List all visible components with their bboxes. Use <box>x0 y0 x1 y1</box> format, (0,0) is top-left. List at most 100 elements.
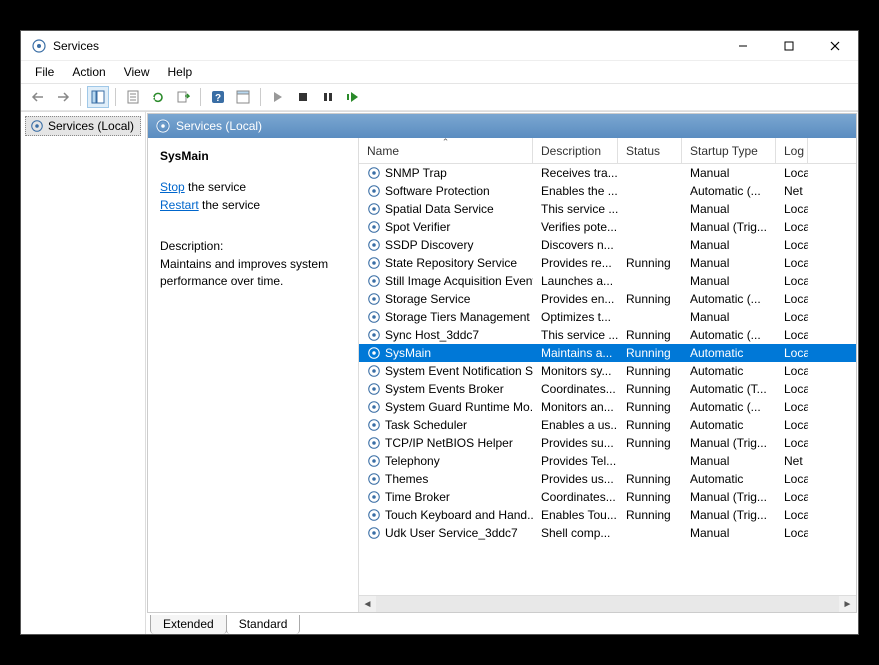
service-row[interactable]: State Repository ServiceProvides re...Ru… <box>359 254 856 272</box>
gear-icon <box>367 472 381 486</box>
toolbar-separator <box>80 88 81 106</box>
service-row[interactable]: Task SchedulerEnables a us...RunningAuto… <box>359 416 856 434</box>
cell-logon: Loca <box>776 310 808 324</box>
cell-name: Spot Verifier <box>359 220 533 234</box>
scroll-right-icon[interactable]: ► <box>839 596 856 613</box>
gear-icon <box>367 166 381 180</box>
cell-startup: Automatic <box>682 346 776 360</box>
column-header-name[interactable]: Name⌃ <box>359 138 533 163</box>
menu-help[interactable]: Help <box>160 63 201 81</box>
gear-icon <box>367 310 381 324</box>
cell-startup: Manual <box>682 256 776 270</box>
column-header-description[interactable]: Description <box>533 138 618 163</box>
cell-status: Running <box>618 346 682 360</box>
horizontal-scrollbar[interactable]: ◄ ► <box>359 595 856 612</box>
minimize-button[interactable] <box>720 31 766 61</box>
cell-description: This service ... <box>533 202 618 216</box>
show-hide-tree-button[interactable] <box>87 86 109 108</box>
cell-description: Enables the ... <box>533 184 618 198</box>
nav-back-button[interactable] <box>27 86 49 108</box>
service-row[interactable]: Spot VerifierVerifies pote...Manual (Tri… <box>359 218 856 236</box>
service-row[interactable]: Touch Keyboard and Hand...Enables Tou...… <box>359 506 856 524</box>
gear-icon <box>367 526 381 540</box>
gear-icon <box>367 220 381 234</box>
gear-icon <box>367 184 381 198</box>
toolbar-separator <box>200 88 201 106</box>
scroll-left-icon[interactable]: ◄ <box>359 596 376 613</box>
properties-button[interactable] <box>122 86 144 108</box>
menubar: File Action View Help <box>21 61 858 83</box>
service-row[interactable]: Still Image Acquisition EventsLaunches a… <box>359 272 856 290</box>
start-service-button[interactable] <box>267 86 289 108</box>
cell-name: SSDP Discovery <box>359 238 533 252</box>
column-header-status[interactable]: Status <box>618 138 682 163</box>
service-row[interactable]: Time BrokerCoordinates...RunningManual (… <box>359 488 856 506</box>
service-row[interactable]: Sync Host_3ddc7This service ...RunningAu… <box>359 326 856 344</box>
stop-service-link[interactable]: Stop <box>160 180 185 194</box>
refresh-button[interactable] <box>147 86 169 108</box>
gear-icon <box>367 400 381 414</box>
cell-description: Maintains a... <box>533 346 618 360</box>
show-hide-action-pane-button[interactable] <box>232 86 254 108</box>
service-row[interactable]: TCP/IP NetBIOS HelperProvides su...Runni… <box>359 434 856 452</box>
content-header-label: Services (Local) <box>176 119 262 133</box>
cell-startup: Manual <box>682 454 776 468</box>
svg-text:?: ? <box>215 93 221 104</box>
service-row[interactable]: SNMP TrapReceives tra...ManualLoca <box>359 164 856 182</box>
cell-startup: Manual (Trig... <box>682 508 776 522</box>
menu-action[interactable]: Action <box>64 63 113 81</box>
service-row[interactable]: System Event Notification S...Monitors s… <box>359 362 856 380</box>
service-row[interactable]: Udk User Service_3ddc7Shell comp...Manua… <box>359 524 856 542</box>
service-row[interactable]: ThemesProvides us...RunningAutomaticLoca <box>359 470 856 488</box>
service-row[interactable]: Storage Tiers ManagementOptimizes t...Ma… <box>359 308 856 326</box>
services-list-rows[interactable]: SNMP TrapReceives tra...ManualLocaSoftwa… <box>359 164 856 595</box>
restart-service-button[interactable] <box>342 86 364 108</box>
cell-name: SysMain <box>359 346 533 360</box>
cell-description: Discovers n... <box>533 238 618 252</box>
help-button[interactable]: ? <box>207 86 229 108</box>
gear-icon <box>367 346 381 360</box>
cell-name: Time Broker <box>359 490 533 504</box>
service-row[interactable]: Software ProtectionEnables the ...Automa… <box>359 182 856 200</box>
services-window: Services File Action View Help ? <box>20 30 859 635</box>
cell-logon: Loca <box>776 256 808 270</box>
cell-name: System Guard Runtime Mo... <box>359 400 533 414</box>
cell-name: Task Scheduler <box>359 418 533 432</box>
service-row[interactable]: Storage ServiceProvides en...RunningAuto… <box>359 290 856 308</box>
cell-name: Still Image Acquisition Events <box>359 274 533 288</box>
gear-icon <box>367 490 381 504</box>
stop-service-button[interactable] <box>292 86 314 108</box>
service-row[interactable]: System Events BrokerCoordinates...Runnin… <box>359 380 856 398</box>
cell-description: Launches a... <box>533 274 618 288</box>
cell-description: Monitors sy... <box>533 364 618 378</box>
service-row[interactable]: TelephonyProvides Tel...ManualNet <box>359 452 856 470</box>
service-row[interactable]: Spatial Data ServiceThis service ...Manu… <box>359 200 856 218</box>
restart-service-link[interactable]: Restart <box>160 198 199 212</box>
cell-status: Running <box>618 292 682 306</box>
service-row[interactable]: System Guard Runtime Mo...Monitors an...… <box>359 398 856 416</box>
service-row[interactable]: SysMainMaintains a...RunningAutomaticLoc… <box>359 344 856 362</box>
maximize-button[interactable] <box>766 31 812 61</box>
cell-status: Running <box>618 436 682 450</box>
close-button[interactable] <box>812 31 858 61</box>
cell-name: Touch Keyboard and Hand... <box>359 508 533 522</box>
selected-service-name: SysMain <box>160 148 346 165</box>
menu-file[interactable]: File <box>27 63 62 81</box>
export-list-button[interactable] <box>172 86 194 108</box>
tab-extended[interactable]: Extended <box>150 615 227 634</box>
menu-view[interactable]: View <box>116 63 158 81</box>
tab-standard[interactable]: Standard <box>226 615 301 634</box>
nav-forward-button[interactable] <box>52 86 74 108</box>
service-row[interactable]: SSDP DiscoveryDiscovers n...ManualLoca <box>359 236 856 254</box>
column-header-logon[interactable]: Log <box>776 138 808 163</box>
cell-startup: Automatic <box>682 418 776 432</box>
cell-startup: Manual <box>682 526 776 540</box>
pause-service-button[interactable] <box>317 86 339 108</box>
cell-startup: Automatic (T... <box>682 382 776 396</box>
column-header-startup[interactable]: Startup Type <box>682 138 776 163</box>
cell-description: Enables Tou... <box>533 508 618 522</box>
cell-name: System Events Broker <box>359 382 533 396</box>
cell-startup: Manual <box>682 238 776 252</box>
tree-item-services-local[interactable]: Services (Local) <box>25 116 141 136</box>
content-header: Services (Local) <box>148 114 856 138</box>
